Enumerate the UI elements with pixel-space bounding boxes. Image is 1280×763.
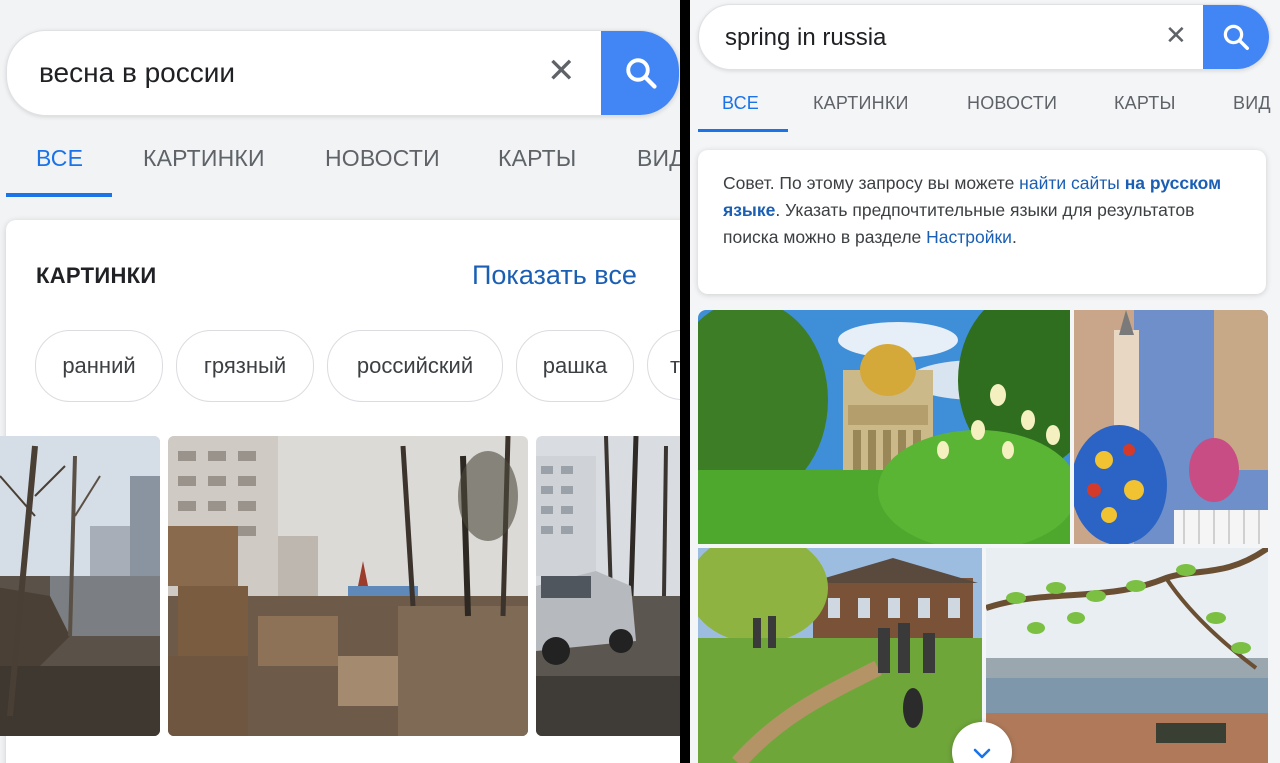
show-all-link[interactable]: Показать все	[472, 260, 637, 291]
chip-rashka[interactable]: рашка	[516, 330, 634, 402]
chip-russian[interactable]: российский	[327, 330, 503, 402]
tab-all[interactable]: ВСЕ	[722, 93, 759, 114]
chip-dirty[interactable]: грязный	[176, 330, 314, 402]
tip-card: Совет. По этому запросу вы можете найти …	[698, 150, 1266, 294]
image-easter-eggs[interactable]	[1074, 310, 1268, 544]
close-icon[interactable]: ✕	[547, 51, 576, 91]
tab-video[interactable]: ВИД	[1233, 93, 1271, 114]
search-icon	[626, 58, 657, 89]
close-icon[interactable]: ✕	[1165, 21, 1187, 51]
image-cathedral-tulips[interactable]	[698, 310, 1070, 544]
search-icon	[1223, 24, 1249, 50]
image-result-3[interactable]	[536, 436, 680, 736]
tab-maps[interactable]: КАРТЫ	[498, 145, 576, 172]
search-input[interactable]: весна в россии	[39, 57, 235, 89]
images-section-title: КАРТИНКИ	[36, 263, 157, 288]
image-result-2[interactable]	[168, 436, 528, 736]
search-box[interactable]: spring in russia ✕	[698, 4, 1270, 70]
tab-news[interactable]: НОВОСТИ	[967, 93, 1057, 114]
image-result-1[interactable]	[0, 436, 160, 736]
left-screenshot: весна в россии ✕ ВСЕ КАРТИНКИ НОВОСТИ КА…	[0, 0, 680, 763]
search-button[interactable]	[1203, 5, 1269, 69]
find-sites-link[interactable]: найти сайты	[1019, 173, 1120, 193]
search-input[interactable]: spring in russia	[725, 24, 886, 52]
search-button[interactable]	[601, 31, 679, 115]
tab-all[interactable]: ВСЕ	[36, 145, 83, 172]
image-river-branch[interactable]	[986, 548, 1268, 763]
search-box[interactable]: весна в россии ✕	[6, 30, 680, 116]
active-tab-indicator	[6, 193, 112, 197]
tab-images[interactable]: КАРТИНКИ	[143, 145, 265, 172]
tab-news[interactable]: НОВОСТИ	[325, 145, 440, 172]
tab-images[interactable]: КАРТИНКИ	[813, 93, 909, 114]
right-screenshot: spring in russia ✕ ВСЕ КАРТИНКИ НОВОСТИ …	[690, 0, 1280, 763]
active-tab-indicator	[698, 129, 788, 132]
tab-maps[interactable]: КАРТЫ	[1114, 93, 1176, 114]
tab-video[interactable]: ВИД	[637, 145, 680, 172]
chip-early[interactable]: ранний	[35, 330, 163, 402]
tip-text: Совет. По этому запросу вы можете найти …	[723, 173, 1222, 247]
chevron-down-icon	[973, 748, 991, 759]
image-park-people[interactable]	[698, 548, 982, 763]
settings-link[interactable]: Настройки	[926, 227, 1012, 247]
